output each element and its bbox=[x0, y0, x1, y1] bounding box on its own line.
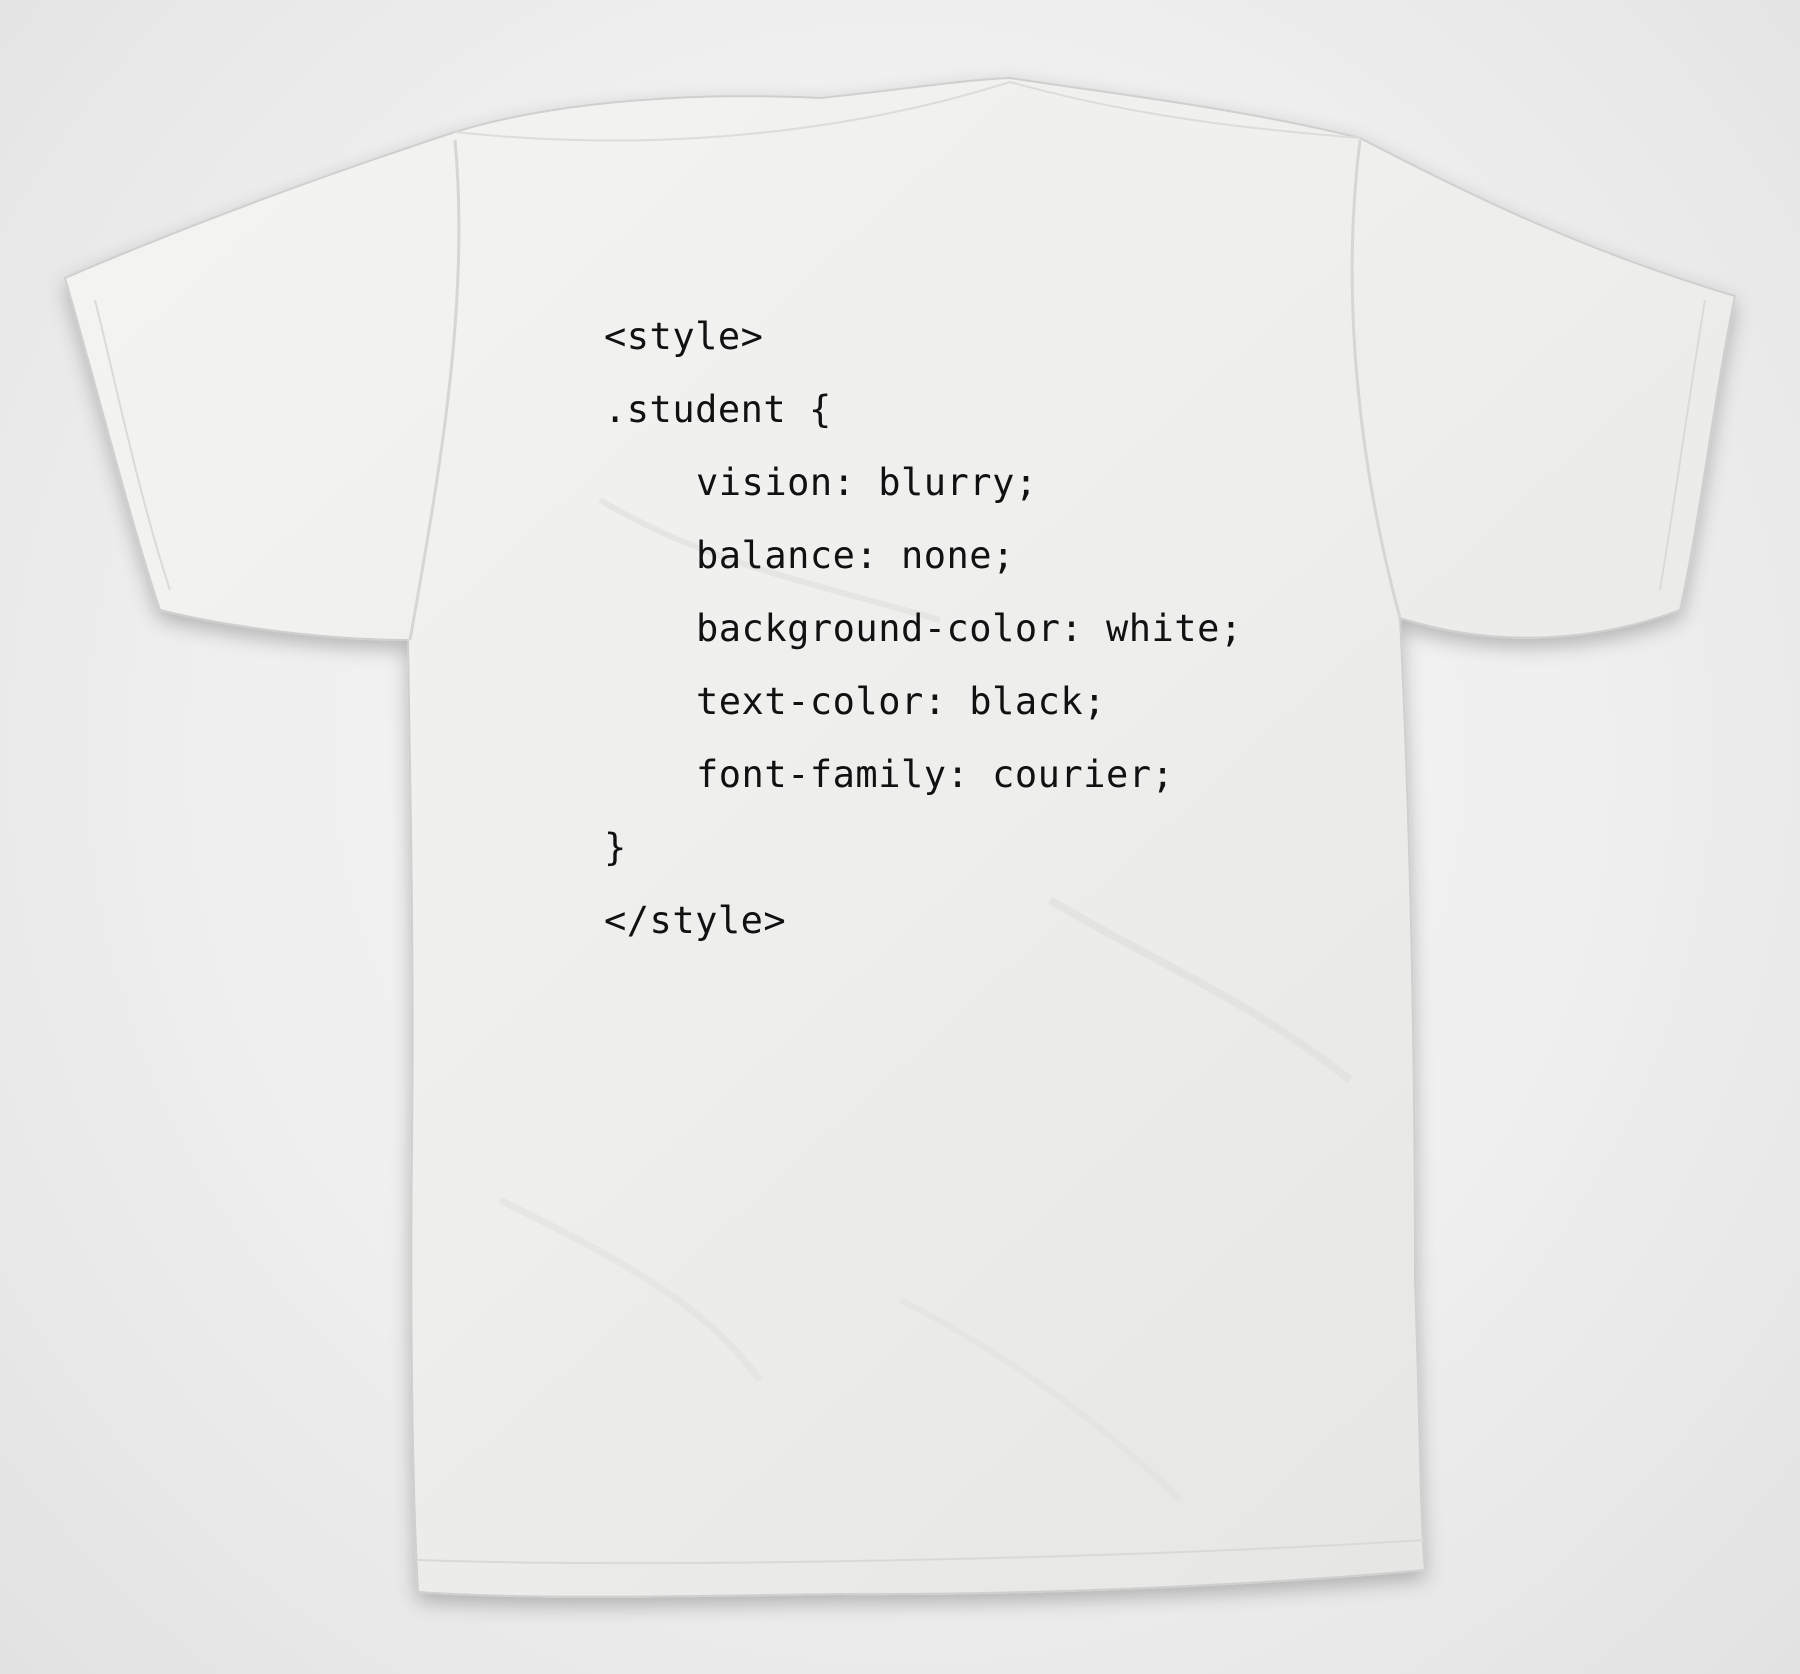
code-declaration: text-color: black; bbox=[696, 680, 1106, 723]
code-declaration: vision: blurry; bbox=[696, 461, 1038, 504]
code-close-brace: } bbox=[604, 826, 627, 869]
code-declaration: font-family: courier; bbox=[696, 753, 1175, 796]
code-open-tag: <style> bbox=[604, 315, 764, 358]
code-print: <style> .student { vision: blurry; balan… bbox=[604, 300, 1243, 957]
code-selector: .student { bbox=[604, 388, 832, 431]
code-close-tag: </style> bbox=[604, 899, 787, 942]
photo-backdrop: <style> .student { vision: blurry; balan… bbox=[0, 0, 1800, 1674]
code-declaration: background-color: white; bbox=[696, 607, 1243, 650]
code-declaration: balance: none; bbox=[696, 534, 1015, 577]
